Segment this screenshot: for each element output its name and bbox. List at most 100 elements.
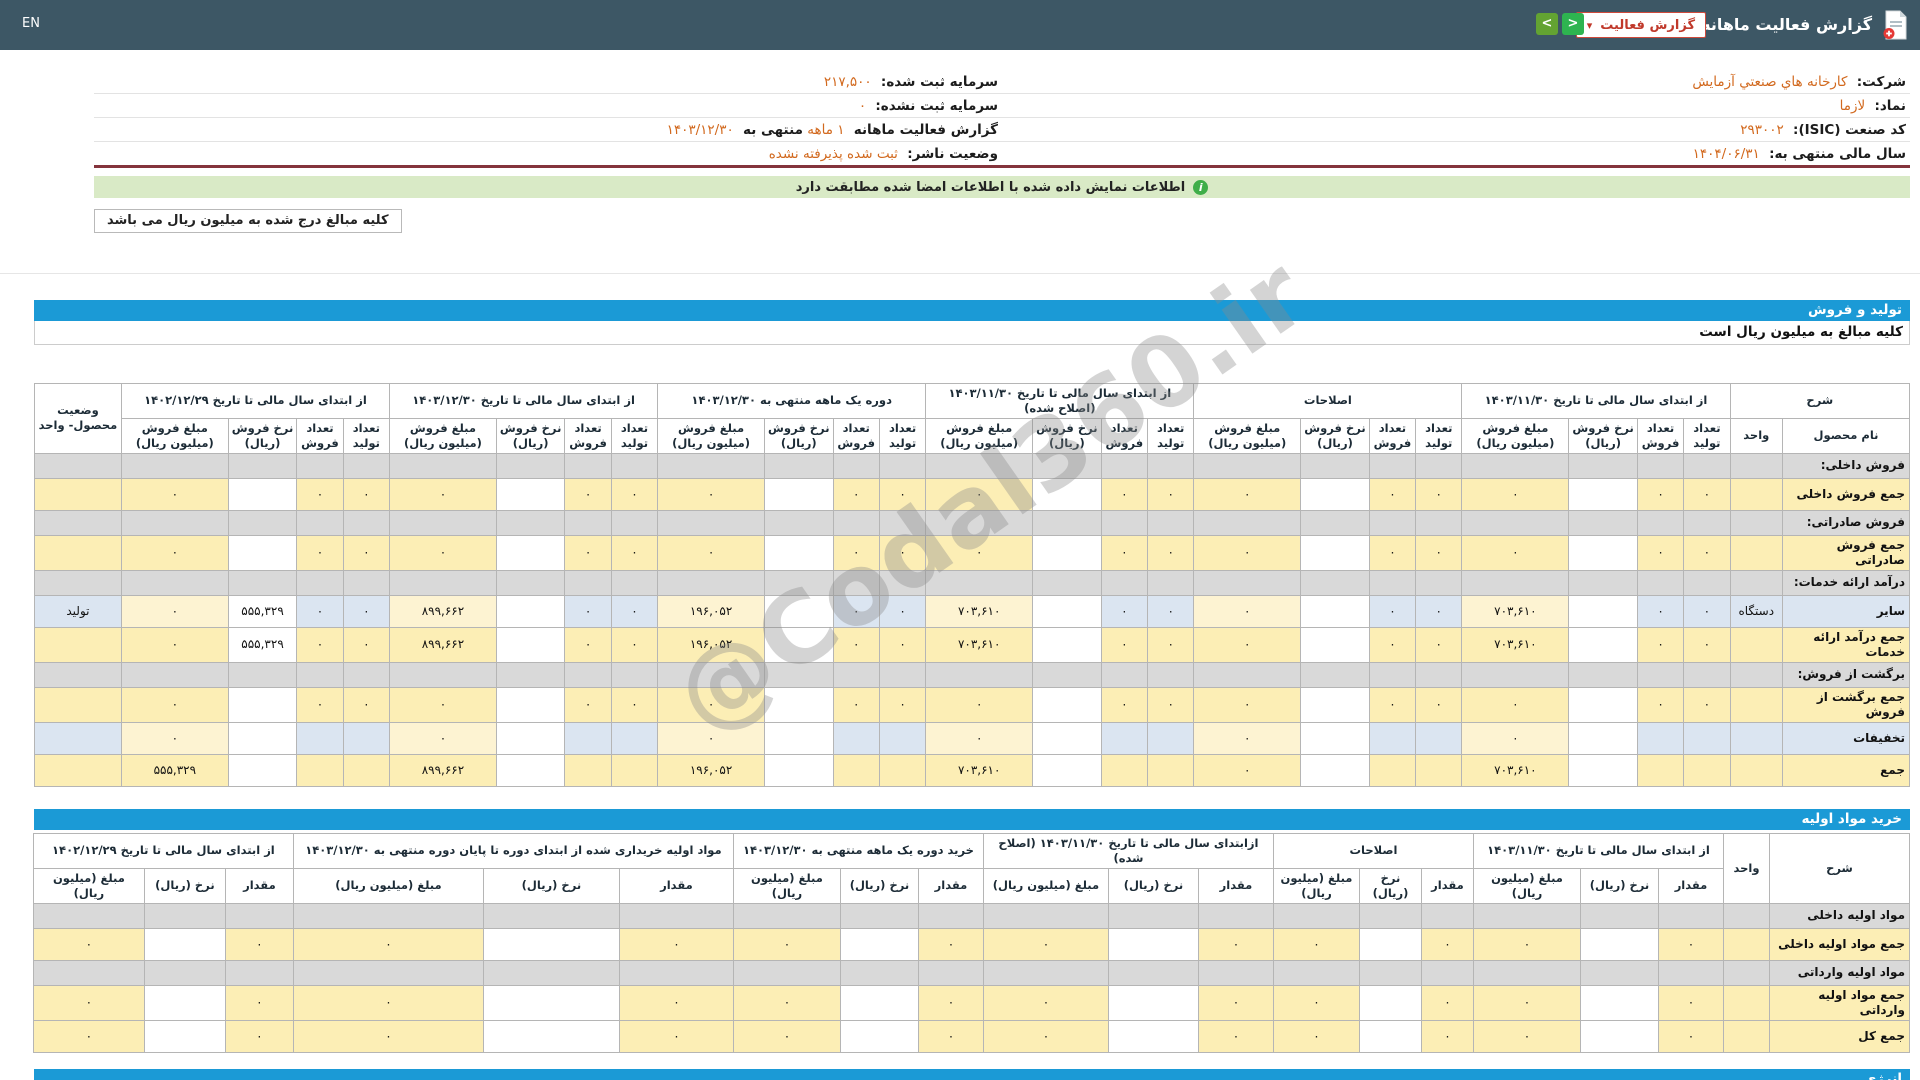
cell-value: ۰ <box>1636 534 1685 571</box>
cell-value <box>1107 1019 1199 1053</box>
cell-value: ۰ <box>917 984 984 1021</box>
cell-value: ۰ <box>292 927 484 961</box>
cell-value <box>143 984 226 1021</box>
column-subheader: تعداد فروش <box>1100 417 1149 454</box>
cell-value: ۰ <box>878 534 927 571</box>
cell-value: ۰ <box>832 477 880 511</box>
cell-value <box>1300 686 1370 723</box>
production-sales-table: شرح از ابتدای سال مالی تا تاریخ ۱۴۰۳/۱۱/۳… <box>34 383 1911 787</box>
cell-value <box>227 534 298 571</box>
info-label: کد صنعت (ISIC): <box>1793 121 1906 138</box>
cell-value <box>292 959 484 986</box>
cell-value <box>482 1019 620 1053</box>
cell-value: ۰ <box>878 594 927 628</box>
cell-value: ۰ <box>1146 686 1195 723</box>
cell-value <box>120 509 229 536</box>
report-document-icon[interactable] <box>1882 10 1908 40</box>
cell-value <box>1300 534 1370 571</box>
cell-value <box>1580 959 1659 986</box>
cell-value: ۷۰۳,۶۱۰ <box>1461 626 1570 663</box>
report-type-dropdown[interactable]: گزارش فعالیت ▾ <box>1575 12 1706 38</box>
cell-value <box>925 509 1034 536</box>
cell-value <box>878 509 927 536</box>
cell-value <box>1472 902 1582 929</box>
cell-value <box>143 959 226 986</box>
cell-value <box>1368 569 1417 596</box>
report-type-label: گزارش فعالیت <box>1600 17 1695 33</box>
column-group-header-5: از ابتدای سال مالی تا تاریخ ۱۴۰۲/۱۲/۲۹ <box>32 832 294 869</box>
cell-value: ۰ <box>296 477 344 511</box>
cell-value <box>1368 721 1417 755</box>
cell-value <box>764 477 834 511</box>
cell-value: ۰ <box>1461 686 1570 723</box>
column-subheader: مبلغ فروش (میلیون ریال) <box>1193 417 1302 454</box>
cell-value <box>1368 509 1417 536</box>
cell-value: ۰ <box>1146 477 1195 511</box>
cell-value: ۰ <box>657 534 766 571</box>
cell-value <box>657 661 766 688</box>
cell-value: ۰ <box>120 721 229 755</box>
cell-value: ۰ <box>732 927 841 961</box>
cell-value <box>1358 927 1422 961</box>
column-header-desc: شرح <box>1729 383 1911 419</box>
column-subheader: مقدار <box>1420 867 1474 904</box>
previous-report-button[interactable]: < <box>1536 13 1558 35</box>
cell-value <box>1300 721 1370 755</box>
cell-value <box>1032 509 1102 536</box>
cell-value <box>495 534 566 571</box>
cell-product-status <box>34 477 122 511</box>
cell-value: ۰ <box>32 1019 145 1053</box>
column-subheader: مقدار <box>1197 867 1274 904</box>
cell-value <box>292 902 484 929</box>
column-subheader: مقدار <box>917 867 984 904</box>
column-subheader: نرخ فروش (ریال) <box>227 417 298 454</box>
cell-value: ۵۵۵,۳۲۹ <box>120 753 229 787</box>
cell-value <box>1368 452 1417 479</box>
cell-value: ۰ <box>1100 594 1149 628</box>
cell-value: ۰ <box>878 477 927 511</box>
company-link[interactable]: کارخانه هاي صنعتي آزمايش <box>1692 74 1847 90</box>
row-label: فروش داخلی: <box>1782 452 1910 479</box>
column-subheader: مبلغ فروش (میلیون ریال) <box>120 417 229 454</box>
cell-value <box>224 902 294 929</box>
row-label: مواد اولیه وارداتی <box>1769 959 1910 986</box>
cell-value: ۰ <box>832 594 880 628</box>
production-row: فروش داخلی: <box>34 452 1910 479</box>
topbar: گزارش فعالیت ماهانه گزارش فعالیت ▾ < > E… <box>0 0 1920 50</box>
cell-value <box>764 534 834 571</box>
info-label: سرمایه ثبت نشده: <box>875 97 998 114</box>
cell-value: ۰ <box>120 477 229 511</box>
cell-value: ۸۹۹,۶۶۲ <box>389 594 497 628</box>
production-row: جمع برگشت از فروش ۰ ۰ ۰ ۰ ۰ ۰ ۰ ۰ ۰ ۰ ۰ ۰ ۰ ۰ ۰ ۰ ۰ ۰ <box>34 686 1910 723</box>
cell-value: ۰ <box>1146 626 1195 663</box>
cell-value <box>1032 569 1102 596</box>
cell-product-status: تولید <box>34 594 122 628</box>
cell-value <box>1461 452 1570 479</box>
cell-value <box>764 569 834 596</box>
cell-value: ۰ <box>982 984 1109 1021</box>
cell-value: ۰ <box>1193 594 1302 628</box>
cell-value: ۰ <box>564 626 612 663</box>
cell-value <box>1580 927 1659 961</box>
cell-value <box>389 661 497 688</box>
cell-value: ۰ <box>982 927 1109 961</box>
row-label: فروش صادراتی: <box>1782 509 1910 536</box>
section-header-energy: انرژی <box>34 1068 1910 1080</box>
language-switch-en[interactable]: EN <box>22 16 40 31</box>
cell-value: ۰ <box>1193 534 1302 571</box>
column-group-header-1: اصلاحات <box>1272 832 1474 869</box>
cell-value <box>1032 594 1102 628</box>
cell-value <box>1107 902 1199 929</box>
next-report-button[interactable]: > <box>1562 13 1584 35</box>
cell-value: ۰ <box>1193 477 1302 511</box>
cell-value: ۰ <box>610 477 659 511</box>
cell-value <box>618 902 734 929</box>
cell-value: ۰ <box>1658 927 1724 961</box>
info-value: ۱ ماهه <box>807 121 845 138</box>
cell-unit <box>1729 661 1784 688</box>
cell-value <box>1197 902 1274 929</box>
cell-value <box>1683 753 1731 787</box>
cell-value: ۰ <box>732 984 841 1021</box>
cell-value: ۰ <box>564 594 612 628</box>
row-label: مواد اولیه داخلی <box>1769 902 1910 929</box>
